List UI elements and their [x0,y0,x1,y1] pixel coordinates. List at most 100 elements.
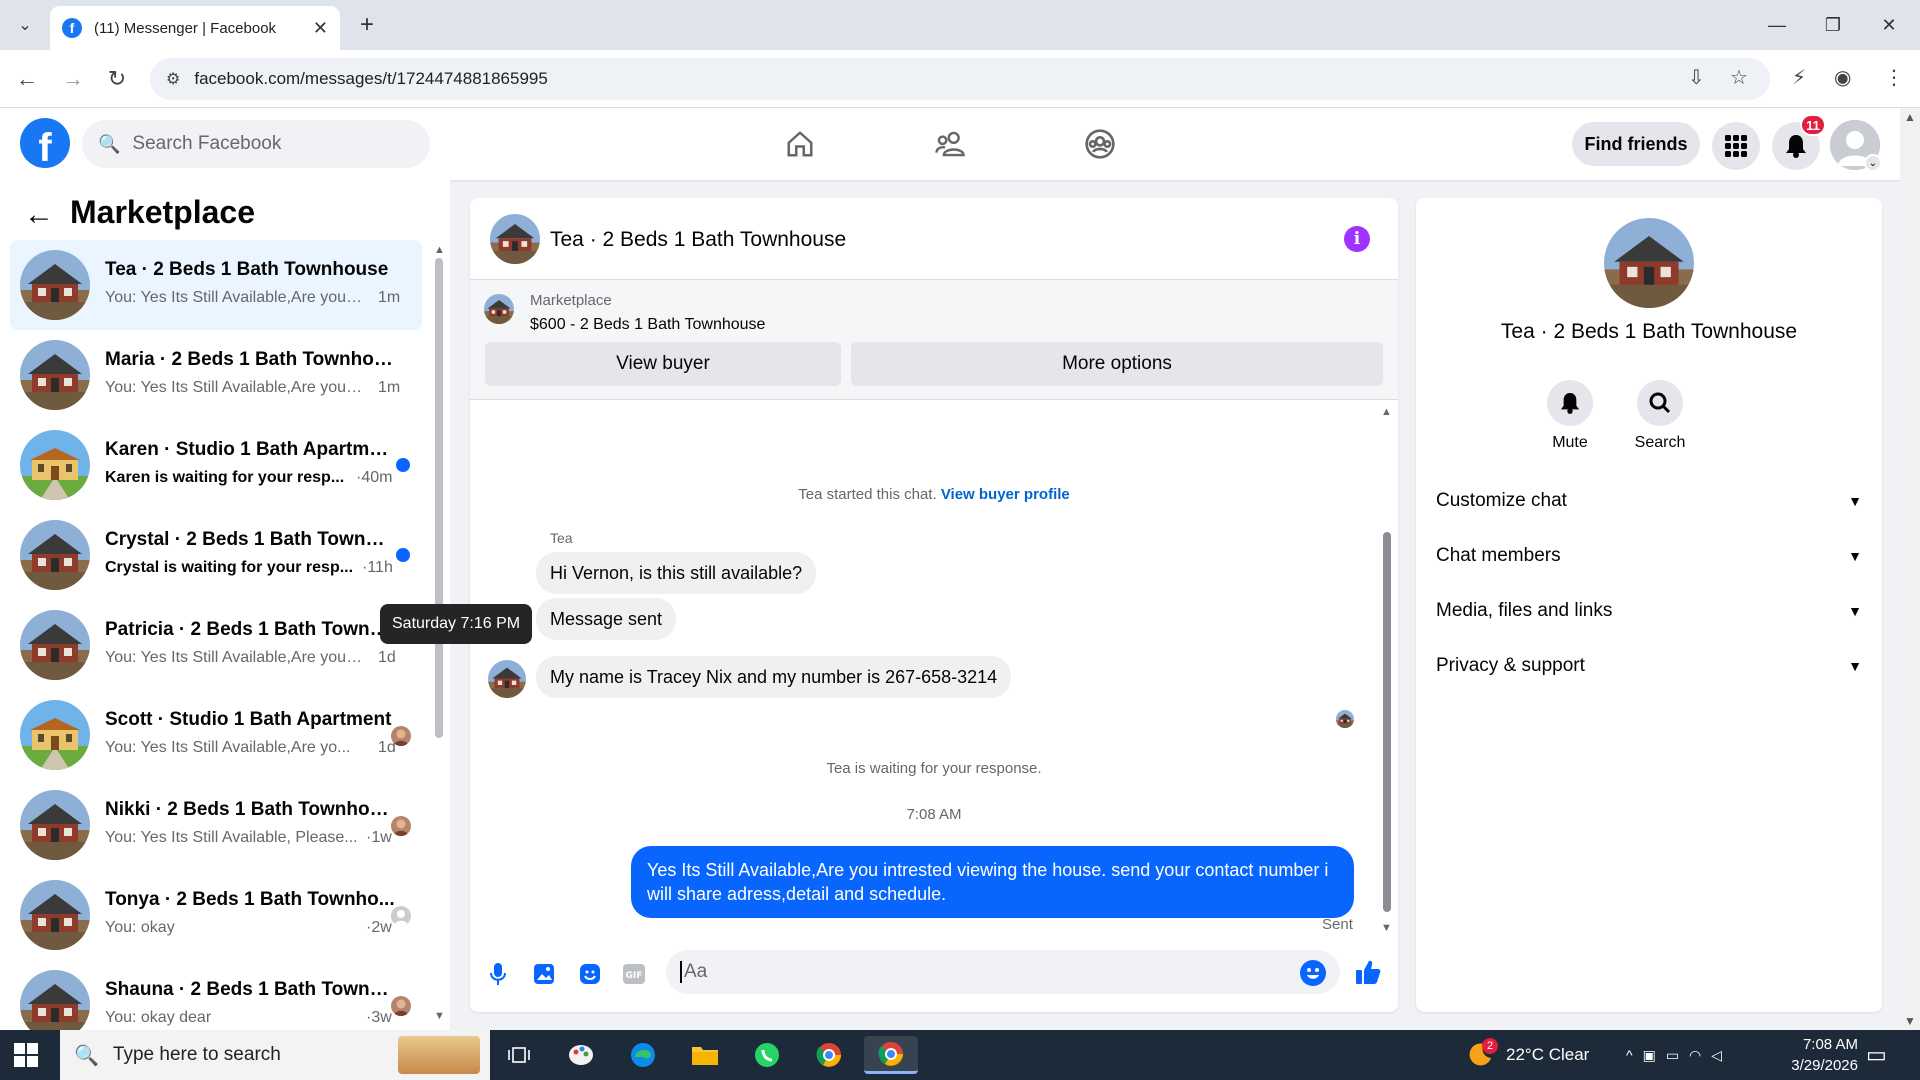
conversation-item[interactable]: Patricia · 2 Beds 1 Bath Townhou... You: … [10,600,422,690]
conversation-preview: You: okay dear [105,1009,212,1026]
info-icon[interactable]: i [1344,226,1370,252]
bookmark-star-icon[interactable]: ☆ [1730,65,1748,90]
emoji-icon[interactable] [1300,960,1326,986]
sticker-icon[interactable] [576,960,604,988]
conversation-thumbnail [20,700,90,770]
conversation-item[interactable]: Maria · 2 Beds 1 Bath Townhouse You: Yes … [10,330,422,420]
incoming-message[interactable]: Message sent [536,598,677,640]
conversation-item[interactable]: Tonya · 2 Beds 1 Bath Townho... You: okay… [10,870,422,960]
customize-chat-section[interactable]: Customize chat ▼ [1436,481,1862,521]
browser-tabstrip: ⌄ f (11) Messenger | Facebook ✕ + — ❐ ✕ [0,0,1920,50]
seen-by-avatar [391,996,411,1016]
chat-title[interactable]: Tea · 2 Beds 1 Bath Townhouse [550,228,846,252]
facebook-logo-icon[interactable]: f [20,118,70,168]
mute-button[interactable]: Mute [1530,380,1610,452]
task-view-icon[interactable] [492,1036,546,1074]
marketplace-listing-bar: Marketplace $600 - 2 Beds 1 Bath Townhou… [470,280,1398,400]
browser-menu-icon[interactable]: ⋮ [1884,65,1904,90]
install-app-icon[interactable]: ⇩ [1688,65,1705,90]
address-bar[interactable]: ⚙ facebook.com/messages/t/17244748818659… [150,58,1770,100]
close-window-button[interactable]: ✕ [1864,8,1914,42]
volume-icon[interactable]: ◁ [1711,1047,1732,1064]
file-explorer-icon[interactable] [678,1036,732,1074]
conversation-preview: You: Yes Its Still Available,Are you i..… [105,379,365,396]
facebook-header: f 🔍 Search Facebook Find friends 11 ⌄ [0,108,1900,180]
media-files-links-section[interactable]: Media, files and links ▼ [1436,591,1862,631]
conversation-item[interactable]: Tea · 2 Beds 1 Bath Townhouse You: Yes It… [10,240,422,330]
outgoing-message[interactable]: Yes Its Still Available,Are you intreste… [631,846,1354,918]
details-avatar[interactable] [1604,218,1694,308]
conversation-item[interactable]: Scott · Studio 1 Bath Apartment You: Yes … [10,690,422,780]
edge-browser-icon[interactable] [616,1036,670,1074]
photo-icon[interactable] [530,960,558,988]
whatsapp-icon[interactable] [740,1036,794,1074]
battery-icon[interactable]: ▭ [1666,1047,1689,1064]
taskbar-search-input[interactable]: 🔍 Type here to search [60,1030,490,1080]
windows-taskbar: 🔍 Type here to search 2 22°C Clear ^ ▣ ▭… [0,1030,1920,1080]
extensions-icon[interactable]: ⚡ [1792,65,1806,90]
conversation-item[interactable]: Crystal · 2 Beds 1 Bath Townho... Crystal… [10,510,422,600]
conversation-item[interactable]: Shauna · 2 Beds 1 Bath Townh... You: okay… [10,960,422,1030]
restore-button[interactable]: ❐ [1808,8,1858,42]
chrome-active-icon[interactable] [864,1036,918,1074]
tab-search-dropdown[interactable]: ⌄ [10,10,40,40]
account-chevron-down-icon[interactable]: ⌄ [1864,154,1882,172]
back-arrow-icon[interactable]: ← [24,198,54,232]
conversation-item[interactable]: Nikki · 2 Beds 1 Bath Townhou... You: Yes… [10,780,422,870]
gif-icon[interactable]: GIF [620,960,648,988]
page-scrollbar[interactable]: ▲ ▼ [1900,108,1920,1030]
sender-avatar[interactable] [488,660,526,698]
chat-started-text: Tea started this chat. [798,486,937,503]
forward-button[interactable]: → [56,62,90,96]
groups-icon[interactable] [1080,126,1120,162]
weather-widget[interactable]: 2 22°C Clear [1466,1030,1589,1080]
incoming-message[interactable]: Hi Vernon, is this still available? [536,552,817,594]
view-buyer-profile-link[interactable]: View buyer profile [941,486,1070,503]
chat-members-section[interactable]: Chat members ▼ [1436,536,1862,576]
scrollbar-thumb[interactable] [1383,532,1391,912]
notifications-center-icon[interactable]: ▭ [1866,1030,1887,1080]
message-input[interactable]: Aa [666,950,1340,994]
microphone-icon[interactable] [484,960,512,988]
chat-scrollbar[interactable]: ▲ ▼ [1380,406,1394,936]
view-buyer-button[interactable]: View buyer [485,342,841,386]
browser-tab-messenger[interactable]: f (11) Messenger | Facebook ✕ [50,6,340,50]
taskbar-clock[interactable]: 7:08 AM 3/29/2026 [1758,1034,1858,1076]
chat-details-panel: Tea · 2 Beds 1 Bath Townhouse Mute Searc… [1416,198,1882,1012]
section-label: Chat members [1436,545,1561,566]
scrollbar-thumb[interactable] [435,258,443,738]
chevron-down-icon: ▼ [1848,658,1862,674]
search-in-chat-button[interactable]: Search [1620,380,1700,452]
site-info-icon[interactable]: ⚙ [166,69,180,89]
chrome-profile-m-icon[interactable] [802,1036,856,1074]
conversation-preview: You: Yes Its Still Available,Are you in.… [105,649,365,666]
new-tab-button[interactable]: + [352,10,382,40]
friends-icon[interactable] [930,126,970,162]
chevron-down-icon: ▼ [1848,548,1862,564]
tab-title: (11) Messenger | Facebook [94,19,277,37]
windows-start-icon[interactable] [14,1043,38,1067]
conversation-thumbnail [20,340,90,410]
facebook-search-input[interactable]: 🔍 Search Facebook [82,120,430,168]
profile-icon[interactable]: ◉ [1834,65,1851,90]
conversation-item[interactable]: Karen · Studio 1 Bath Apartment Karen is … [10,420,422,510]
wifi-icon[interactable]: ◠ [1689,1047,1711,1064]
menu-grid-icon[interactable] [1712,122,1760,170]
tab-close-icon[interactable]: ✕ [313,18,328,39]
home-icon[interactable] [780,126,820,162]
thumbs-up-icon[interactable] [1354,958,1382,986]
system-tray-icons[interactable]: ^ ▣ ▭ ◠ ◁ [1626,1030,1732,1080]
chevron-up-icon[interactable]: ^ [1626,1047,1643,1063]
minimize-button[interactable]: — [1752,8,1802,42]
incoming-message[interactable]: My name is Tracey Nix and my number is 2… [536,656,1012,698]
back-button[interactable]: ← [10,62,44,96]
chat-avatar[interactable] [490,214,540,264]
privacy-support-section[interactable]: Privacy & support ▼ [1436,646,1862,686]
find-friends-button[interactable]: Find friends [1572,122,1700,166]
more-options-button[interactable]: More options [851,342,1383,386]
paint-app-icon[interactable] [554,1036,608,1074]
meet-now-icon[interactable]: ▣ [1643,1047,1666,1064]
conversation-time: 1m [378,379,401,396]
message-input-placeholder: Aa [680,961,707,983]
reload-button[interactable]: ↻ [100,62,134,96]
